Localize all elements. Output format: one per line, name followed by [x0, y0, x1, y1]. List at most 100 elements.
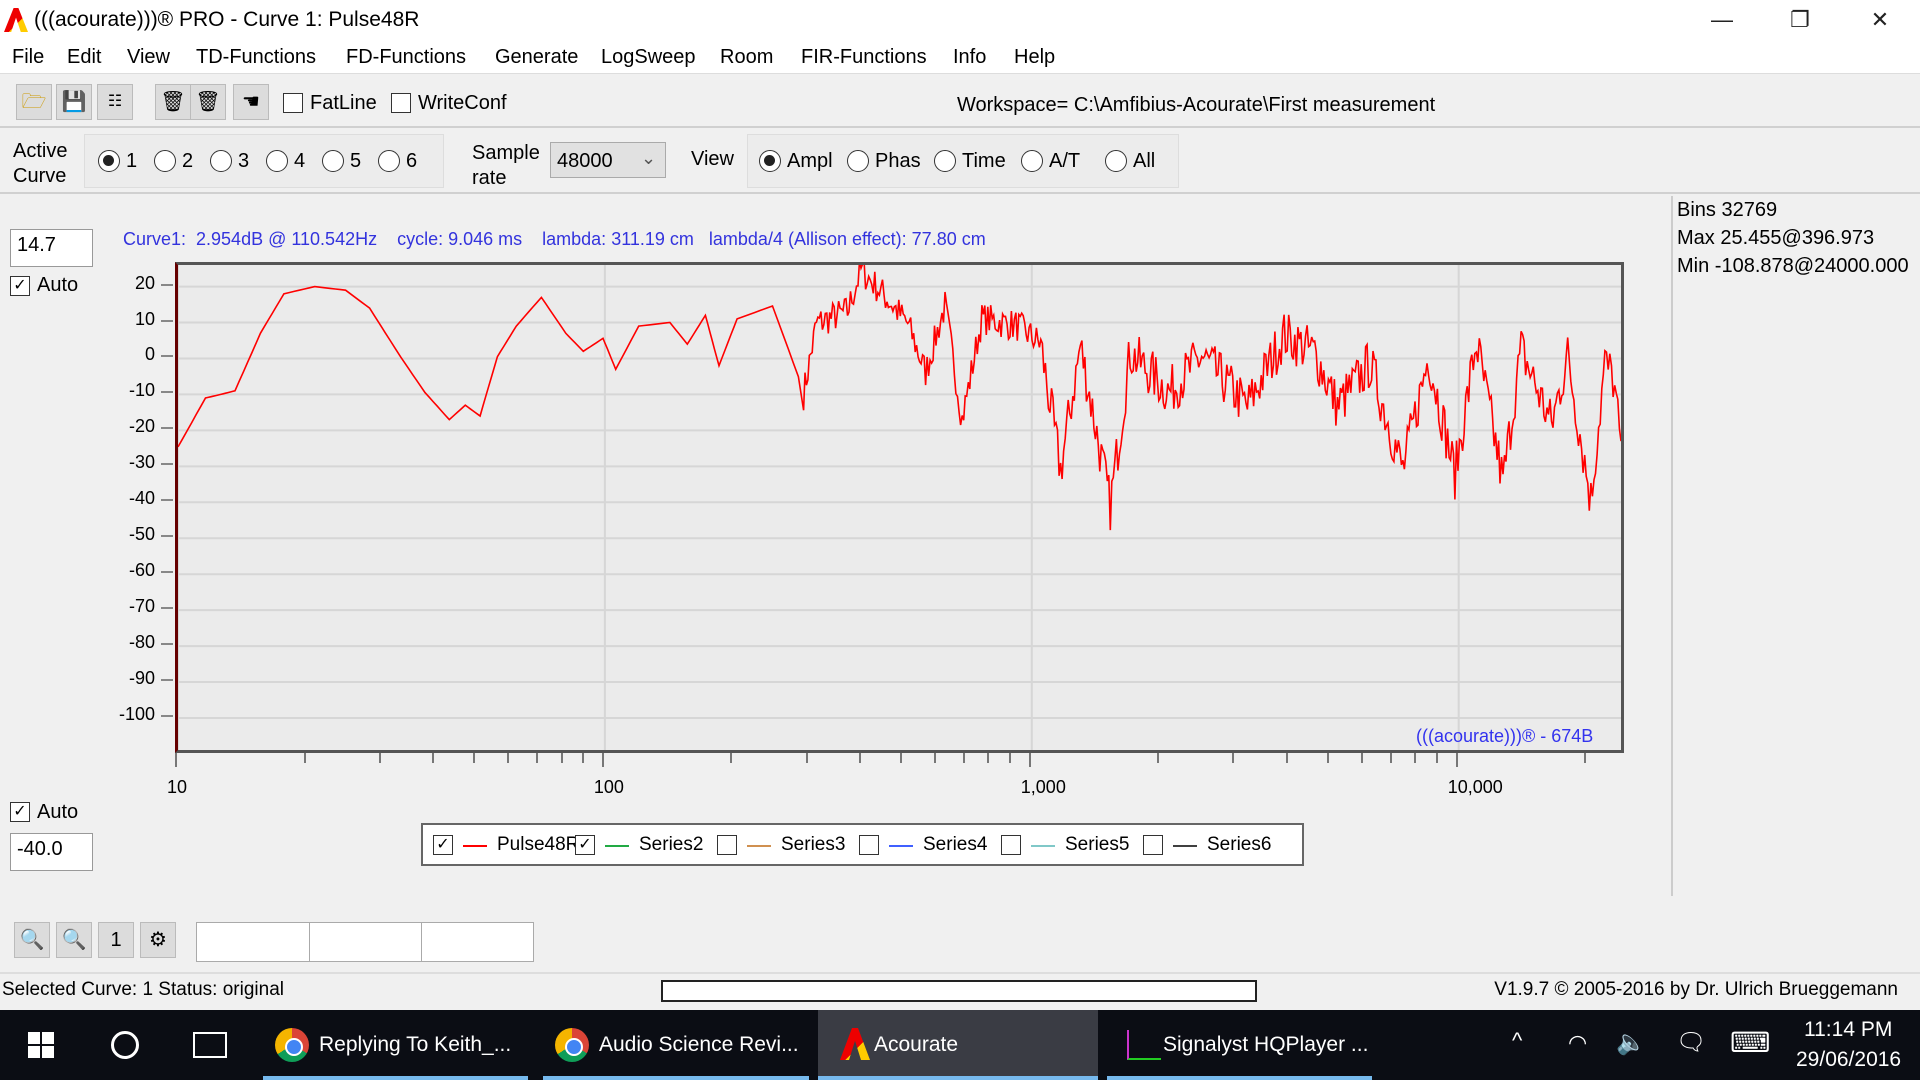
y-tick-label: 10: [134, 308, 155, 329]
taskbar-item[interactable]: Replying To Keith_...: [263, 1010, 528, 1080]
minimize-button[interactable]: —: [1692, 4, 1752, 36]
y-tick-label: -80: [128, 632, 155, 653]
legend-checkbox-series4[interactable]: [859, 835, 879, 855]
x-tick-mark: [730, 753, 733, 763]
zoom-in-icon[interactable]: 🔍: [14, 922, 50, 958]
restore-button[interactable]: ❐: [1770, 4, 1830, 36]
clock-date[interactable]: 29/06/2016: [1796, 1048, 1901, 1072]
search-circle-icon[interactable]: [111, 1031, 139, 1059]
view-radio-label: Time: [962, 150, 1006, 172]
zoom-reset-button[interactable]: 1: [98, 922, 134, 958]
running-indicator: [543, 1076, 809, 1080]
y-tick-mark: [161, 427, 173, 430]
legend-checkbox-pulse48r[interactable]: ✓: [433, 835, 453, 855]
x-tick-label: 10: [167, 777, 188, 797]
legend: ✓ Pulse48R ✓ Series2 Series3 Series4 Series5 Se…: [421, 823, 1304, 866]
x-tick-mark: [582, 753, 585, 763]
y-tick-mark: [161, 355, 173, 358]
x-tick-mark: [1009, 753, 1012, 763]
running-indicator: [263, 1076, 528, 1080]
view-radio-all[interactable]: [1105, 150, 1127, 172]
y-min-input[interactable]: -40.0: [10, 833, 93, 871]
sample-rate-label-2: rate: [472, 167, 507, 189]
y-min-auto-checkbox[interactable]: ✓: [10, 802, 30, 822]
keyboard-icon[interactable]: ⌨: [1730, 1026, 1770, 1059]
x-tick-mark: [175, 753, 177, 767]
writeconf-checkbox[interactable]: [391, 93, 411, 113]
windows-start-icon[interactable]: [28, 1032, 54, 1058]
curve-radio-1[interactable]: [98, 150, 120, 172]
y-tick-label: -30: [128, 452, 155, 473]
delete-all-icon[interactable]: 🗑: [155, 84, 191, 120]
y-tick-mark: [161, 463, 173, 466]
menu-info[interactable]: Info: [953, 46, 986, 69]
close-button[interactable]: ✕: [1850, 4, 1910, 36]
legend-swatch: [1173, 845, 1197, 847]
menu-logsweep[interactable]: LogSweep: [601, 46, 696, 69]
save-icon[interactable]: 💾: [56, 84, 92, 120]
volume-icon[interactable]: 🔈: [1616, 1028, 1646, 1057]
curve-radio-label: 3: [238, 150, 250, 172]
menu-view[interactable]: View: [127, 46, 170, 69]
menu-edit[interactable]: Edit: [67, 46, 101, 69]
task-view-icon[interactable]: [193, 1032, 227, 1058]
acourate-icon: [840, 1028, 870, 1060]
menu-file[interactable]: File: [12, 46, 44, 69]
curve-radio-6[interactable]: [378, 150, 400, 172]
legend-label: Series6: [1207, 834, 1272, 855]
legend-checkbox-series6[interactable]: [1143, 835, 1163, 855]
menu-fir-functions[interactable]: FIR-Functions: [801, 46, 927, 69]
y-tick-mark: [161, 607, 173, 610]
menu-td-functions[interactable]: TD-Functions: [196, 46, 316, 69]
legend-checkbox-series2[interactable]: ✓: [575, 835, 595, 855]
view-radio-at[interactable]: [1021, 150, 1043, 172]
menu-help[interactable]: Help: [1014, 46, 1055, 69]
pointing-hand-icon[interactable]: ☚: [233, 84, 269, 120]
menu-fd-functions[interactable]: FD-Functions: [346, 46, 466, 69]
folder-open-icon[interactable]: 🗁: [16, 84, 52, 120]
active-curve-label: Active: [13, 140, 68, 162]
window-title: (((acourate)))® PRO - Curve 1: Pulse48R: [34, 8, 420, 31]
y-max-auto-checkbox[interactable]: ✓: [10, 276, 30, 296]
running-indicator: [1107, 1076, 1372, 1080]
min-value: Min -108.878@24000.000: [1677, 255, 1909, 277]
taskbar-item[interactable]: Audio Science Revi...: [543, 1010, 809, 1080]
clock-time[interactable]: 11:14 PM: [1804, 1018, 1892, 1042]
curve-radio-5[interactable]: [322, 150, 344, 172]
notification-icon[interactable]: 🗨: [1676, 1028, 1706, 1057]
status-version: V1.9.7 © 2005-2016 by Dr. Ulrich Bruegge…: [1494, 979, 1898, 1000]
y-tick-mark: [161, 499, 173, 502]
taskbar-item[interactable]: Acourate: [818, 1010, 1098, 1080]
menu-generate[interactable]: Generate: [495, 46, 578, 69]
zoom-out-icon[interactable]: 🔍: [56, 922, 92, 958]
chevron-up-icon[interactable]: ^: [1512, 1028, 1522, 1054]
x-tick-mark: [987, 753, 990, 763]
curve-radio-4[interactable]: [266, 150, 288, 172]
menu-room[interactable]: Room: [720, 46, 773, 69]
view-radio-phas[interactable]: [847, 150, 869, 172]
delete-icon[interactable]: 🗑: [190, 84, 226, 120]
curve-radio-3[interactable]: [210, 150, 232, 172]
y-max-input[interactable]: 14.7: [10, 229, 93, 267]
curve-radio-2[interactable]: [154, 150, 176, 172]
legend-checkbox-series5[interactable]: [1001, 835, 1021, 855]
view-radio-ampl[interactable]: [759, 150, 781, 172]
sample-rate-select[interactable]: 48000 ⌄: [550, 142, 666, 178]
x-tick-mark: [507, 753, 510, 763]
chrome-icon: [555, 1028, 589, 1062]
view-radio-time[interactable]: [934, 150, 956, 172]
sample-rate-value: 48000: [557, 150, 613, 172]
tree-icon[interactable]: ☷: [97, 84, 133, 120]
frequency-response-plot[interactable]: [175, 262, 1624, 753]
taskbar-item-label: Replying To Keith_...: [319, 1033, 512, 1056]
curve-radio-label: 2: [182, 150, 194, 172]
y-tick-label: -70: [128, 596, 155, 617]
view-radio-label: Ampl: [787, 150, 833, 172]
fatline-checkbox[interactable]: [283, 93, 303, 113]
taskbar-item[interactable]: Signalyst HQPlayer ...: [1107, 1010, 1372, 1080]
view-radio-label: Phas: [875, 150, 921, 172]
target-icon[interactable]: ⚙: [140, 922, 176, 958]
legend-swatch: [1031, 845, 1055, 847]
wifi-icon[interactable]: ◠: [1568, 1030, 1587, 1056]
legend-checkbox-series3[interactable]: [717, 835, 737, 855]
